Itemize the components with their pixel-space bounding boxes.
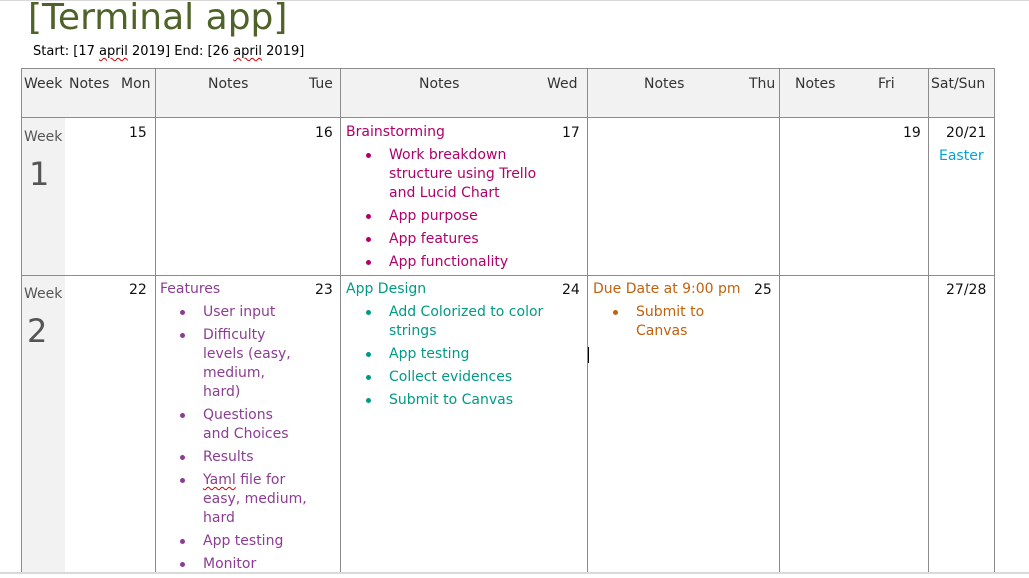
app-design-list: Add Colorized to color strings App testi… (346, 303, 556, 410)
list-item: App testing (160, 532, 308, 551)
list-item: Submit to Canvas (593, 303, 738, 341)
app-design-heading: App Design (346, 281, 427, 297)
header-notes-tue: Notes (208, 76, 249, 92)
features-list: User input Difficulty levels (easy, medi… (160, 303, 308, 574)
header-fri: Fri (878, 76, 895, 92)
grid-line (779, 68, 780, 574)
grid-line (21, 117, 995, 118)
list-item: Results (160, 448, 308, 467)
due-date-heading: Due Date at 9:00 pm (593, 281, 741, 297)
grid-line (928, 68, 929, 574)
week2-label: Week (24, 286, 63, 302)
header-notes-mon: Notes (69, 76, 110, 92)
features-heading: Features (160, 281, 221, 297)
date-17: 17 (562, 125, 580, 141)
grid-line (21, 68, 995, 69)
header-satsun: Sat/Sun (931, 76, 986, 92)
brainstorming-block: Brainstorming Work breakdown structure u… (346, 123, 551, 276)
week1-number: 1 (29, 155, 50, 193)
app-design-block: App Design Add Colorized to color string… (346, 280, 556, 414)
list-item: Yaml file for easy, medium, hard (160, 471, 308, 528)
header-notes-thu: Notes (644, 76, 685, 92)
header-notes-fri: Notes (795, 76, 836, 92)
brainstorming-list: Work breakdown structure using Trello an… (346, 146, 551, 272)
date-27-28: 27/28 (946, 282, 987, 298)
header-mon: Mon (121, 76, 151, 92)
grid-line (340, 68, 341, 574)
list-item: Work breakdown structure using Trello an… (346, 146, 551, 203)
date-23: 23 (315, 282, 333, 298)
date-24: 24 (562, 282, 580, 298)
calendar-table: Week Notes Mon Notes Tue Notes Wed Notes… (0, 0, 1029, 574)
list-item: Add Colorized to color strings (346, 303, 556, 341)
easter-note: Easter (939, 148, 984, 164)
list-item: App features (346, 230, 551, 249)
header-week: Week (24, 76, 63, 92)
yaml-word: Yaml (203, 472, 236, 488)
date-22: 22 (129, 282, 147, 298)
list-item: Difficulty levels (easy, medium, hard) (160, 326, 308, 402)
text-cursor (588, 347, 589, 363)
grid-line (994, 68, 995, 574)
list-item: App functionality (346, 253, 551, 272)
date-20-21: 20/21 (946, 125, 987, 141)
list-item: Questions and Choices (160, 406, 308, 444)
date-19: 19 (903, 125, 921, 141)
list-item: App testing (346, 345, 556, 364)
date-25: 25 (754, 282, 772, 298)
list-item: Submit to Canvas (346, 391, 556, 410)
week2-number: 2 (27, 312, 48, 350)
due-date-block: Due Date at 9:00 pm Submit to Canvas (593, 280, 741, 345)
header-row (21, 68, 994, 118)
grid-line (21, 68, 22, 574)
list-item: App purpose (346, 207, 551, 226)
list-item: User input (160, 303, 308, 322)
features-block: Features User input Difficulty levels (e… (160, 280, 308, 578)
list-item: Collect evidences (346, 368, 556, 387)
date-15: 15 (129, 125, 147, 141)
header-thu: Thu (749, 76, 776, 92)
brainstorming-heading: Brainstorming (346, 124, 445, 140)
header-notes-wed: Notes (419, 76, 460, 92)
grid-line (587, 68, 588, 574)
week1-label: Week (24, 129, 63, 145)
header-tue: Tue (309, 76, 333, 92)
date-16: 16 (315, 125, 333, 141)
header-wed: Wed (547, 76, 578, 92)
due-date-list: Submit to Canvas (593, 303, 738, 341)
grid-line (155, 68, 156, 574)
